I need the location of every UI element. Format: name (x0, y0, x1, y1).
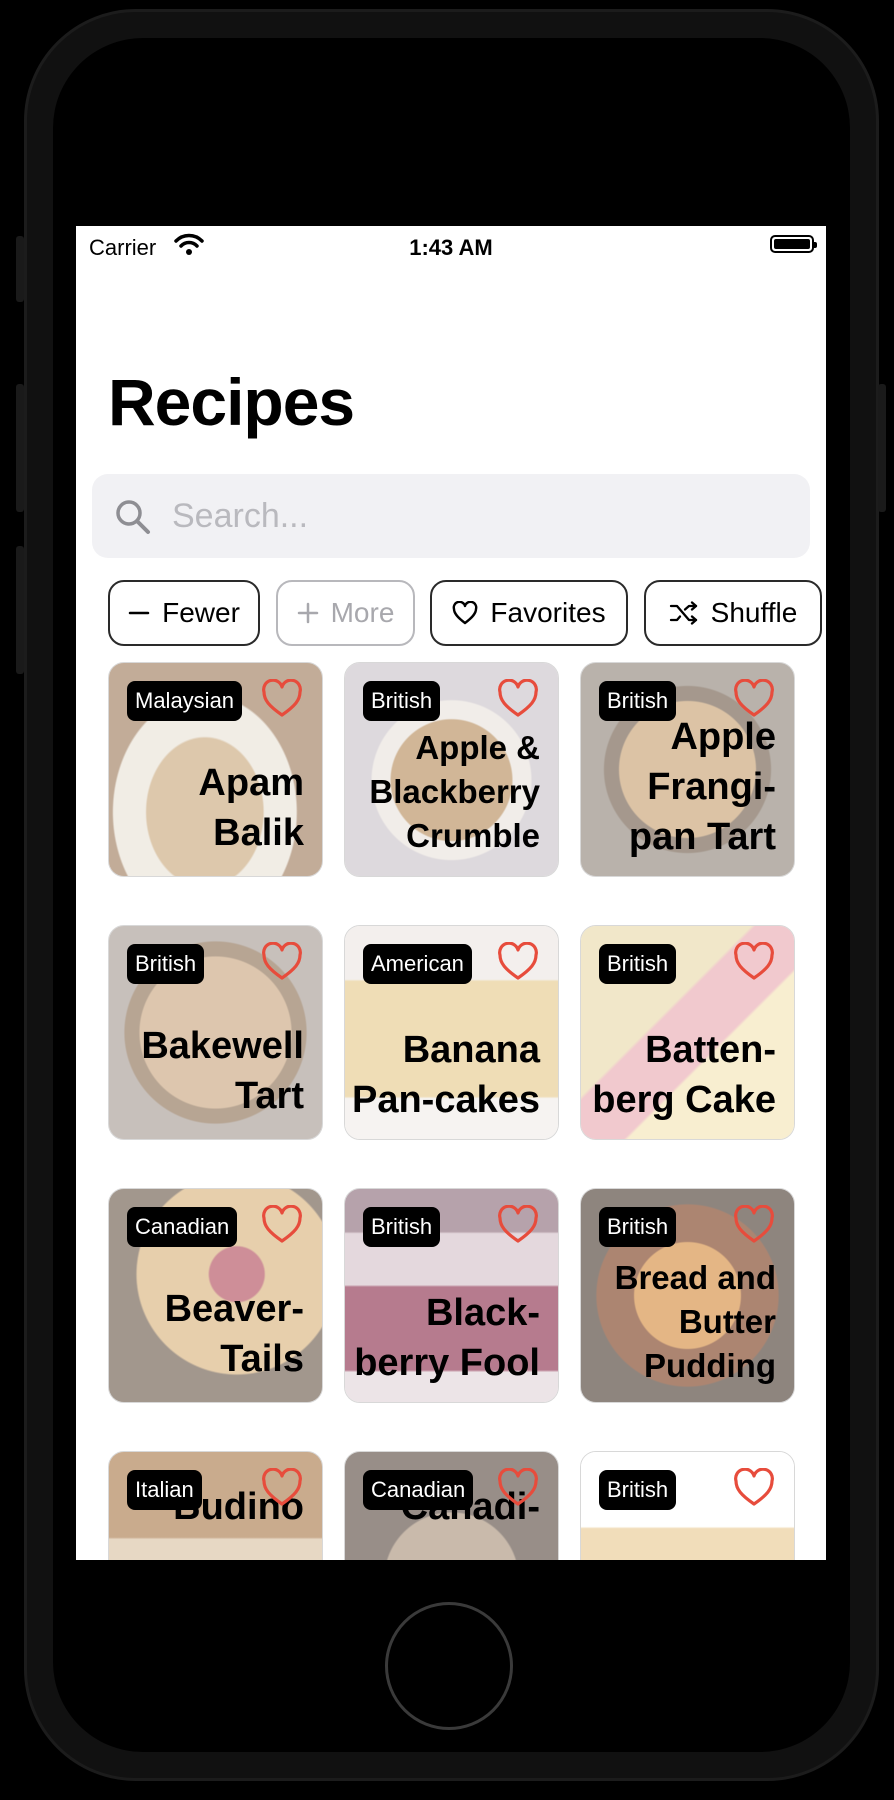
cuisine-badge: British (127, 944, 205, 984)
filter-chips: Fewer More Favorites Shuffle (108, 580, 826, 646)
shuffle-label: Shuffle (710, 597, 798, 628)
recipe-name: Bakewell Tart (141, 1025, 304, 1117)
favorite-heart-icon[interactable] (260, 679, 304, 719)
cuisine-badge: British (363, 1207, 441, 1247)
favorite-heart-icon[interactable] (732, 1205, 776, 1245)
recipe-card[interactable]: Bakewell Tart British (108, 925, 323, 1140)
recipe-name: Black-berry Fool (354, 1292, 540, 1384)
more-label: More (330, 597, 395, 628)
cuisine-badge: Italian (127, 1470, 202, 1510)
shuffle-icon (669, 601, 697, 625)
recipe-card[interactable]: Apam Balik Malaysian (108, 662, 323, 877)
search-icon (116, 500, 150, 534)
recipe-name: Apam Balik (198, 762, 304, 854)
battery-icon (770, 235, 817, 253)
minus-icon (128, 611, 150, 615)
volume-down-button (16, 546, 24, 674)
favorite-heart-icon[interactable] (260, 1205, 304, 1245)
favorite-heart-icon[interactable] (496, 942, 540, 982)
recipe-card[interactable]: Apple & Blackberry Crumble British (344, 662, 559, 877)
app-screen: Carrier 1:43 AM Recipes Fewer More Favor… (76, 226, 826, 1560)
fewer-label: Fewer (162, 597, 240, 628)
home-button[interactable] (385, 1602, 513, 1730)
cuisine-badge: American (363, 944, 472, 984)
recipe-card[interactable]: Beaver-Tails Canadian (108, 1188, 323, 1403)
recipe-card[interactable]: Banana Pan-cakes American (344, 925, 559, 1140)
favorite-heart-icon[interactable] (732, 1468, 776, 1508)
recipe-card[interactable]: Budino Italian (108, 1451, 323, 1560)
fewer-button[interactable]: Fewer (108, 580, 260, 646)
recipe-name: Beaver-Tails (164, 1288, 304, 1380)
clock: 1:43 AM (409, 235, 493, 260)
recipe-card[interactable]: Bread and Butter Pudding British (580, 1188, 795, 1403)
cuisine-badge: British (599, 1207, 677, 1247)
recipe-card[interactable]: Black-berry Fool British (344, 1188, 559, 1403)
recipe-name: Apple & Blackberry Crumble (369, 729, 540, 854)
plus-icon (297, 602, 318, 624)
search-input[interactable] (170, 492, 774, 540)
recipe-card[interactable]: Canadi- Canadian (344, 1451, 559, 1560)
favorite-heart-icon[interactable] (496, 1468, 540, 1508)
recipe-card[interactable]: Batten-berg Cake British (580, 925, 795, 1140)
shuffle-button[interactable]: Shuffle (644, 580, 822, 646)
search-bar[interactable] (92, 474, 810, 558)
recipe-name: Bread and Butter Pudding (614, 1259, 776, 1384)
cuisine-badge: British (599, 944, 677, 984)
favorite-heart-icon[interactable] (260, 1468, 304, 1508)
recipe-card[interactable]: British (580, 1451, 795, 1560)
cuisine-badge: British (599, 1470, 677, 1510)
favorite-heart-icon[interactable] (260, 942, 304, 982)
status-bar: Carrier 1:43 AM (76, 226, 826, 266)
more-button[interactable]: More (276, 580, 415, 646)
recipe-name: Apple Frangi-pan Tart (628, 716, 776, 858)
cuisine-badge: British (599, 681, 677, 721)
cuisine-badge: British (363, 681, 441, 721)
cuisine-badge: Canadian (363, 1470, 474, 1510)
cuisine-badge: Canadian (127, 1207, 238, 1247)
page-title: Recipes (108, 365, 355, 439)
heart-icon (453, 601, 478, 625)
recipe-card[interactable]: Apple Frangi-pan Tart British (580, 662, 795, 877)
power-button (878, 384, 886, 512)
recipe-name: Banana Pan-cakes (351, 1029, 540, 1121)
favorites-label: Favorites (490, 597, 606, 628)
volume-up-button (16, 384, 24, 512)
favorite-heart-icon[interactable] (496, 1205, 540, 1245)
favorites-button[interactable]: Favorites (430, 580, 628, 646)
mute-switch (16, 236, 24, 302)
favorite-heart-icon[interactable] (732, 679, 776, 719)
favorite-heart-icon[interactable] (732, 942, 776, 982)
recipe-name: Batten-berg Cake (592, 1029, 776, 1121)
cuisine-badge: Malaysian (127, 681, 243, 721)
favorite-heart-icon[interactable] (496, 679, 540, 719)
